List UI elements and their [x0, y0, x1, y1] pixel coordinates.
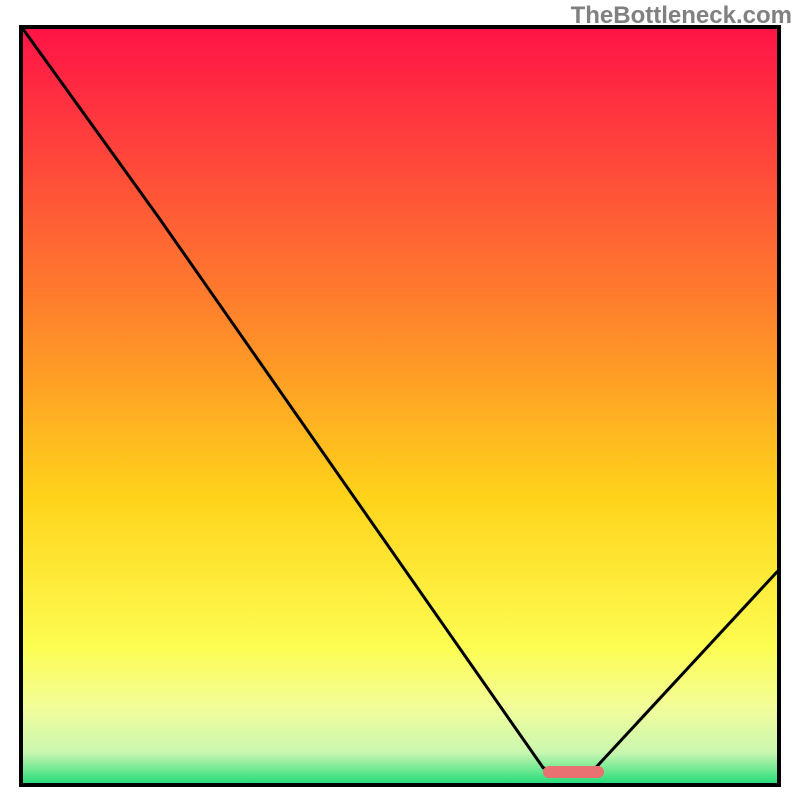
chart-container: TheBottleneck.com — [0, 0, 800, 800]
watermark-text: TheBottleneck.com — [571, 2, 792, 30]
optimal-marker — [543, 766, 603, 778]
plot-area — [19, 25, 781, 787]
curve-line — [23, 29, 777, 783]
